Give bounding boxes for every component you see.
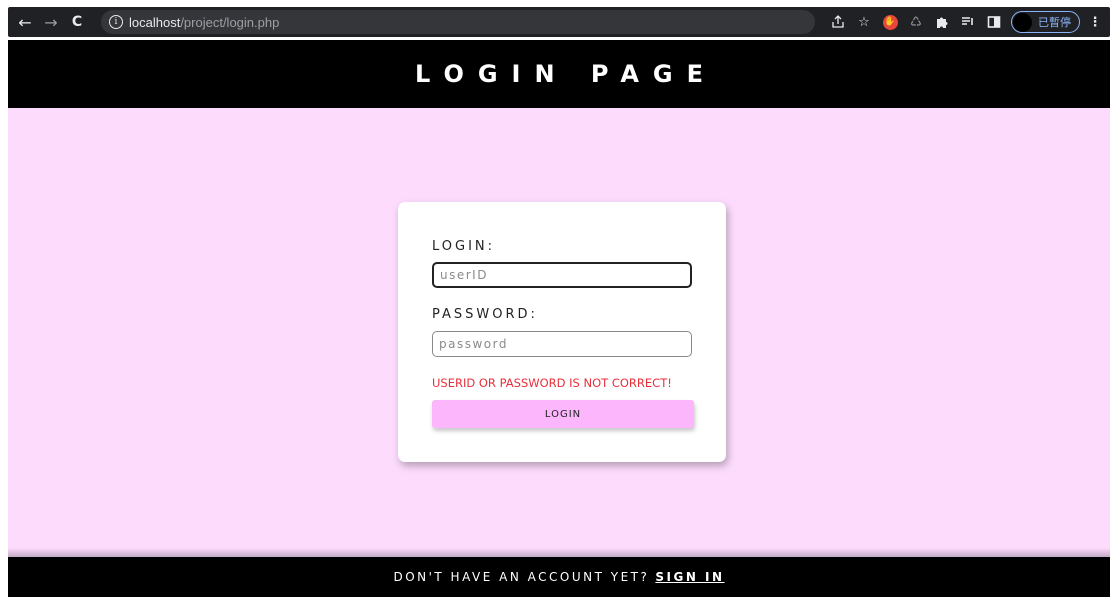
- address-bar[interactable]: i localhost/project/login.php: [101, 10, 815, 34]
- profile-status-label: 已暫停: [1038, 16, 1071, 29]
- password-label: PASSWORD:: [432, 307, 538, 322]
- login-button[interactable]: LOGIN: [432, 400, 694, 428]
- footer-prompt: DON'T HAVE AN ACCOUNT YET?: [393, 570, 650, 584]
- toolbar-actions: ☆ ✋ ♺ 已暫停 ⋮: [827, 7, 1106, 37]
- login-card: LOGIN: PASSWORD: USERID OR PASSWORD IS N…: [398, 202, 726, 462]
- sign-in-link[interactable]: SIGN IN: [655, 570, 724, 584]
- side-panel-icon[interactable]: [983, 11, 1005, 33]
- profile-button[interactable]: 已暫停: [1011, 11, 1080, 33]
- browser-chrome: ← → C i localhost/project/login.php ☆ ✋ …: [0, 0, 1110, 40]
- page-footer: DON'T HAVE AN ACCOUNT YET? SIGN IN: [8, 557, 1110, 597]
- reading-list-icon[interactable]: [957, 11, 979, 33]
- back-icon[interactable]: ←: [12, 9, 38, 35]
- info-icon[interactable]: i: [109, 15, 123, 29]
- share-icon[interactable]: [827, 11, 849, 33]
- page-content: LOGIN PAGE LOGIN: PASSWORD: USERID OR PA…: [8, 40, 1110, 597]
- recycle-extension-icon[interactable]: ♺: [905, 11, 927, 33]
- url-path: /project/login.php: [180, 14, 280, 30]
- forward-icon[interactable]: →: [38, 9, 64, 35]
- login-label: LOGIN:: [432, 239, 496, 254]
- extensions-puzzle-icon[interactable]: [931, 11, 953, 33]
- menu-kebab-icon[interactable]: ⋮: [1084, 11, 1106, 33]
- adblock-extension-icon[interactable]: ✋: [879, 11, 901, 33]
- password-input[interactable]: [432, 331, 692, 357]
- reload-icon[interactable]: C: [64, 9, 90, 35]
- page-title: LOGIN PAGE: [415, 60, 717, 88]
- url-host: localhost: [129, 14, 181, 30]
- error-message: USERID OR PASSWORD IS NOT CORRECT!: [432, 376, 672, 390]
- browser-toolbar: ← → C i localhost/project/login.php ☆ ✋ …: [8, 7, 1110, 37]
- userid-input[interactable]: [432, 262, 692, 288]
- bookmark-star-icon[interactable]: ☆: [853, 11, 875, 33]
- avatar: [1013, 12, 1032, 32]
- page-header: LOGIN PAGE: [8, 40, 1110, 108]
